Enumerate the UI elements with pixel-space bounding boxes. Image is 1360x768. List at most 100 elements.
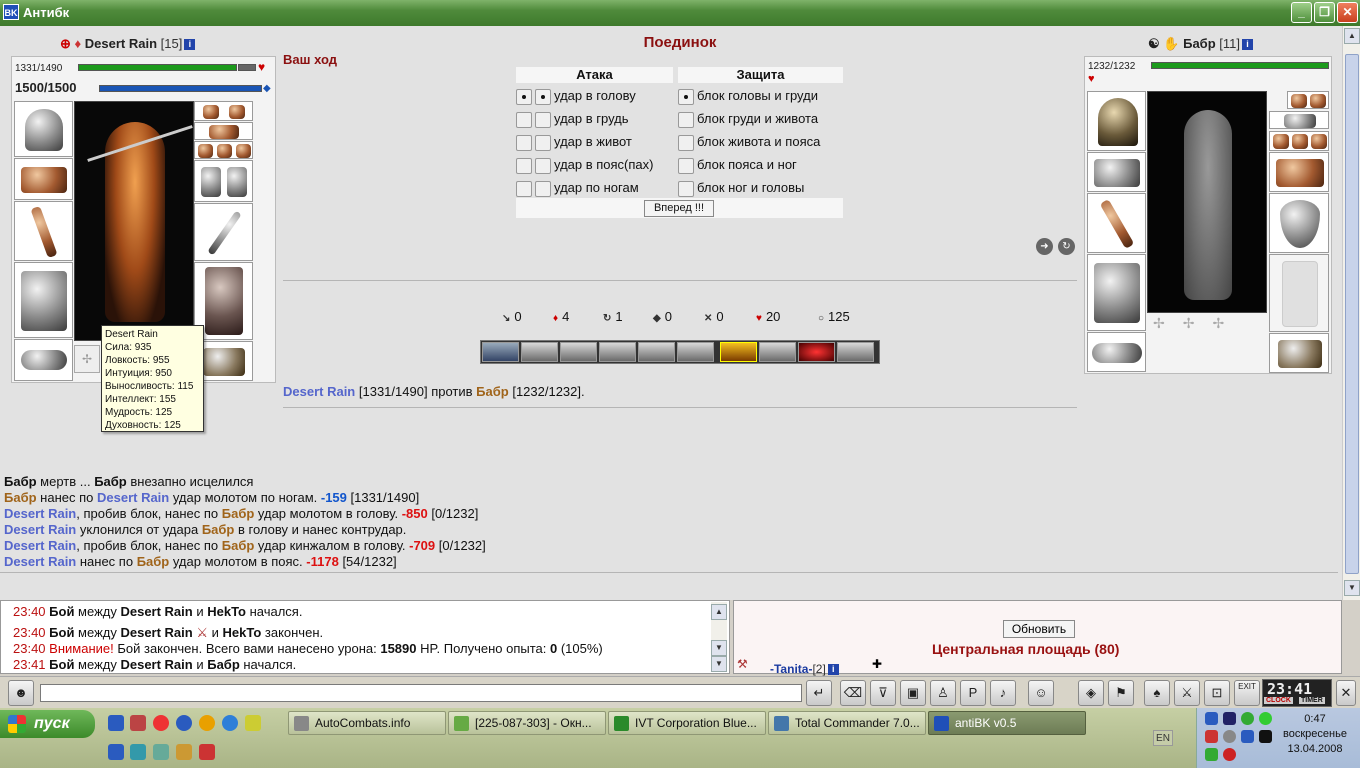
left-player-name-text[interactable]: Desert Rain [85,36,157,51]
link-quicklaunch-icon[interactable] [108,744,124,760]
inventory-icon[interactable]: ◈ [1078,680,1104,706]
skill-icon[interactable] [677,342,714,362]
earrings-slot[interactable] [1287,91,1329,109]
chat-scrollbar[interactable]: ▲ ▼ ▼ [711,602,727,672]
info-icon[interactable]: i [827,664,839,676]
block-radio[interactable] [678,111,694,128]
amulet-slot[interactable] [194,122,253,140]
app-quicklaunch-icon[interactable] [153,744,169,760]
lock-icon[interactable]: ⊡ [1204,680,1230,706]
save-quicklaunch-icon[interactable] [108,715,124,731]
attack-radio-2[interactable] [535,180,551,197]
skill-icon[interactable] [638,342,675,362]
block-radio[interactable] [678,88,694,105]
scroll-up-icon[interactable]: ▲ [711,604,727,620]
tray-icon[interactable] [1205,748,1218,761]
attack-radio-2[interactable] [535,111,551,128]
skill-icon[interactable] [837,342,874,362]
online-user[interactable]: -Tanita-[2] i [770,662,839,676]
language-indicator[interactable]: EN [1153,730,1173,746]
ie-quicklaunch-icon[interactable] [222,715,238,731]
scroll-down-icon[interactable]: ▼ [711,640,727,656]
armor-slot[interactable] [14,262,73,338]
block-radio[interactable] [678,157,694,174]
task-antibk[interactable]: antiBK v0.5 [928,711,1086,735]
chat-input[interactable] [40,684,802,702]
sword-icon[interactable]: ⚔ [1174,680,1200,706]
reload-icon[interactable]: ↻ [1058,238,1075,255]
attack-radio-2[interactable] [535,134,551,151]
attack-radio-2[interactable] [535,88,551,105]
tool-quicklaunch-icon[interactable] [245,715,261,731]
attack-radio-1[interactable] [516,111,532,128]
close-chat-icon[interactable]: ✕ [1336,680,1356,706]
scroll-down-icon[interactable]: ▼ [711,656,727,672]
bluetooth-tray-icon[interactable] [1241,730,1254,743]
rings-slot[interactable] [194,141,253,159]
attack-row-belly[interactable]: удар в живот [516,131,673,153]
maximize-button[interactable]: ❐ [1314,2,1335,23]
task-total-commander[interactable]: Total Commander 7.0... [768,711,926,735]
task-autocombats[interactable]: AutoCombats.info [288,711,446,735]
exit-icon[interactable]: EXIT [1234,680,1260,706]
tray-icon[interactable] [1241,712,1254,725]
timer-label[interactable]: TIMER [1299,697,1325,704]
attack-radio-1[interactable] [516,157,532,174]
app-quicklaunch-icon[interactable] [176,744,192,760]
attack-radio-2[interactable] [535,157,551,174]
clock-label[interactable]: CLOCK [1264,697,1293,704]
gloves-slot[interactable] [194,160,253,202]
attack-radio-1[interactable] [516,180,532,197]
walk-icon[interactable]: ♙ [930,680,956,706]
eraser-icon[interactable]: ⌫ [840,680,866,706]
attack-radio-1[interactable] [516,134,532,151]
scroll-up-icon[interactable]: ▲ [1344,28,1360,44]
block-row-chest-belly[interactable]: блок груди и живота [678,108,843,130]
belt-slot[interactable] [14,339,73,381]
star-quicklaunch-icon[interactable] [153,715,169,731]
boots-slot[interactable] [1269,333,1329,373]
skill-icon[interactable] [521,342,558,362]
versus-p1[interactable]: Desert Rain [283,384,355,399]
private-icon[interactable]: P [960,680,986,706]
info-icon[interactable]: i [184,39,196,51]
main-scrollbar[interactable]: ▲ ▼ [1342,26,1360,600]
save-icon[interactable]: ▣ [900,680,926,706]
tray-icon[interactable] [1223,730,1236,743]
app-quicklaunch-icon[interactable] [199,744,215,760]
attack-row-chest[interactable]: удар в грудь [516,108,673,130]
attack-radio-1[interactable] [516,88,532,105]
block-row-waist-legs[interactable]: блок пояса и ног [678,154,843,176]
skill-icon[interactable] [560,342,597,362]
tray-icon[interactable] [1205,712,1218,725]
orb-quicklaunch-icon[interactable] [199,715,215,731]
go-button[interactable]: Вперед !!! [644,200,714,217]
skill-icon[interactable] [720,342,757,362]
tray-icon[interactable] [1223,712,1236,725]
helmet-slot[interactable] [1087,91,1146,151]
info-icon[interactable]: i [1241,39,1253,51]
attack-row-waist[interactable]: удар в пояс(пах) [516,154,676,176]
amulet-slot[interactable] [1269,111,1329,129]
scroll-thumb[interactable] [1345,54,1359,574]
rings-slot[interactable] [1269,131,1329,151]
right-player-name-text[interactable]: Бабр [1183,36,1216,51]
bracers-slot[interactable] [14,158,73,200]
bag-icon[interactable]: ♠ [1144,680,1170,706]
bracers-slot[interactable] [1087,152,1146,192]
helmet-slot[interactable] [14,101,73,157]
skill-icon[interactable] [599,342,636,362]
refresh-button[interactable]: Обновить [1003,620,1075,638]
block-row-belly-waist[interactable]: блок живота и пояса [678,131,843,153]
tray-icon[interactable] [1205,730,1218,743]
offhand-slot[interactable] [194,203,253,261]
block-row-head-chest[interactable]: блок головы и груди [678,85,843,107]
block-radio[interactable] [678,134,694,151]
filter-icon[interactable]: ⊽ [870,680,896,706]
tray-icon[interactable] [1223,748,1236,761]
sound-icon[interactable]: ♪ [990,680,1016,706]
task-bluetooth[interactable]: IVT Corporation Blue... [608,711,766,735]
armor-slot[interactable] [1087,254,1146,331]
skill-icon[interactable] [482,342,519,362]
leggings-slot[interactable] [1269,254,1329,332]
